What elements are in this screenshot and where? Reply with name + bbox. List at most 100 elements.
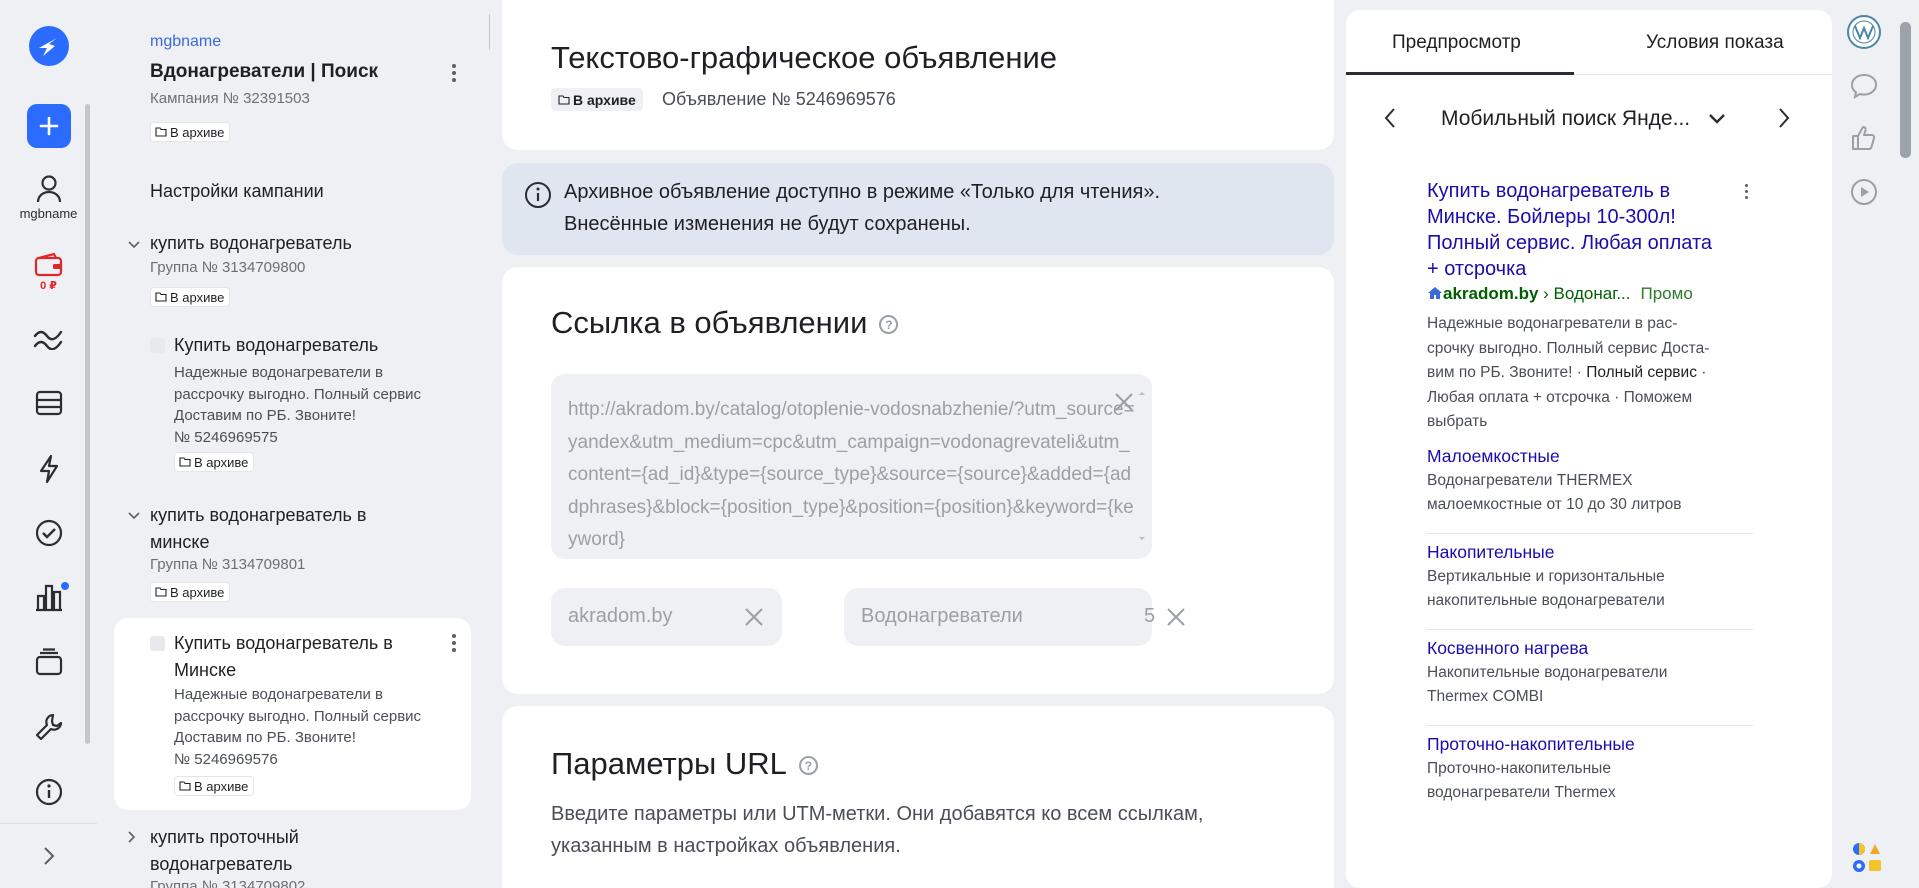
thumbs-up-icon[interactable] <box>1850 124 1878 152</box>
check-circle-icon <box>35 519 62 547</box>
campaign-tree: mgbname Вдонагреватели | Поиск Кампания … <box>100 0 490 888</box>
notice-line-1: Архивное объявление доступно в режиме «Т… <box>564 181 1161 203</box>
folder-icon <box>155 127 167 137</box>
folder-icon <box>155 587 167 597</box>
campaign-archived-badge: В архиве <box>150 122 231 142</box>
page-scrollbar[interactable] <box>1900 22 1911 158</box>
campaign-number: Кампания № 32391503 <box>150 90 310 107</box>
chevron-left-icon[interactable] <box>1382 106 1398 130</box>
logo[interactable] <box>0 24 97 68</box>
readonly-notice: Архивное объявление доступно в режиме «Т… <box>502 163 1334 255</box>
ad-archived-badge: В архиве <box>174 452 255 472</box>
ad-title[interactable]: Купить водонагреватель <box>174 335 378 356</box>
preview-ad-menu[interactable] <box>1736 184 1756 199</box>
preview-tabs: Предпросмотр Условия показа <box>1346 10 1832 75</box>
group-expand-toggle[interactable] <box>127 830 137 849</box>
clear-icon[interactable] <box>1165 606 1187 628</box>
group-title[interactable]: купить проточный водонагреватель <box>150 824 299 878</box>
ad-text: Надежные водонагреватели в рассрочку выг… <box>174 362 421 448</box>
clear-icon[interactable] <box>743 606 765 628</box>
expand-sidebar-button[interactable] <box>0 846 97 866</box>
ad-menu-button[interactable] <box>444 634 464 652</box>
kebab-icon <box>1736 184 1756 199</box>
chevron-down-icon <box>1709 114 1725 125</box>
placement-select[interactable]: Мобильный поиск Янде... <box>1441 107 1726 131</box>
play-icon[interactable] <box>1850 178 1878 206</box>
trend-icon <box>33 330 62 350</box>
char-counter: 5 <box>1144 605 1156 627</box>
direct-logo-icon <box>28 26 69 66</box>
avatar[interactable] <box>1846 14 1882 50</box>
campaign-settings-link[interactable]: Настройки кампании <box>150 181 324 202</box>
left-rail: mgbname 0 ₽ <box>0 0 97 888</box>
kebab-icon <box>444 64 464 82</box>
info-icon <box>35 778 62 806</box>
folder-icon <box>179 457 191 467</box>
ad-header-panel: Текстово-графическое объявление В архиве… <box>502 0 1334 150</box>
sitelink[interactable]: Малоемкостные Водонагреватели THERMEX мал… <box>1427 446 1753 534</box>
home-icon <box>1428 287 1442 299</box>
info-icon <box>525 182 551 208</box>
group-collapse-toggle[interactable] <box>127 508 141 526</box>
group-collapse-toggle[interactable] <box>127 237 141 255</box>
folder-icon <box>179 781 191 791</box>
campaign-title[interactable]: Вдонагреватели | Поиск <box>150 61 378 83</box>
group-title[interactable]: купить водонагреватель в минске <box>150 502 366 556</box>
user-icon <box>36 175 61 203</box>
domain-value: akradom.by <box>568 605 673 627</box>
preview-ad-text: Надежные водонагреватели в рас- срочку в… <box>1427 315 1710 430</box>
user-label: mgbname <box>19 206 78 221</box>
chevron-right-icon[interactable] <box>1776 106 1792 130</box>
tab-preview[interactable]: Предпросмотр <box>1392 32 1521 54</box>
wrench-icon <box>35 713 62 741</box>
ad-title[interactable]: Купить водонагреватель в Минске <box>174 630 393 684</box>
display-path-field[interactable]: Водонагреватели 5 <box>844 588 1185 646</box>
link-section: Ссылка в объявлении? http://akradom.by/c… <box>502 267 1334 694</box>
rail-divider <box>0 823 97 824</box>
widget-icon <box>1853 843 1881 872</box>
sitelink[interactable]: Проточно-накопительные Проточно-накопите… <box>1427 734 1753 822</box>
lightning-icon <box>39 454 58 484</box>
url-params-section: Параметры URL? Введите параметры или UTM… <box>502 706 1334 888</box>
group-archived-badge: В архиве <box>150 287 231 307</box>
rail-scrollbar[interactable] <box>82 96 92 812</box>
scroll-up-icon[interactable] <box>1138 390 1146 396</box>
ad-select-checkbox[interactable] <box>150 338 165 353</box>
display-path-value: Водонагреватели <box>861 605 1023 627</box>
sitelink[interactable]: Косвенного нагрева Накопительные водонаг… <box>1427 638 1753 726</box>
group-number: Группа № 3134709800 <box>150 259 306 276</box>
campaign-account-link[interactable]: mgbname <box>150 33 221 51</box>
domain-field[interactable]: akradom.by <box>551 588 782 646</box>
ad-text: Надежные водонагреватели в рассрочку выг… <box>174 684 421 770</box>
help-icon[interactable]: ? <box>879 315 899 335</box>
section-description: Введите параметры или UTM-метки. Они доб… <box>551 803 1204 857</box>
ad-number: № 5246969576 <box>174 750 278 768</box>
active-tab-indicator <box>1346 72 1574 75</box>
ad-editor: Текстово-графическое объявление В архиве… <box>502 0 1334 888</box>
notification-dot <box>61 582 69 590</box>
tab-conditions[interactable]: Условия показа <box>1646 32 1784 54</box>
extension-widgets[interactable] <box>1850 840 1884 874</box>
sitelink[interactable]: Накопительные Вертикальные и горизонталь… <box>1427 542 1753 630</box>
preview-ad-title[interactable]: Купить водонагреватель в Минске. Бойлеры… <box>1427 178 1747 282</box>
clear-icon[interactable] <box>1113 391 1135 413</box>
campaign-menu-button[interactable] <box>444 64 464 82</box>
url-field[interactable]: http://akradom.by/catalog/otoplenie-vodo… <box>551 374 1152 559</box>
preview-ad-host[interactable]: akradom.by › Водонаг... Промо <box>1427 284 1757 304</box>
group-title[interactable]: купить водонагреватель <box>150 233 352 254</box>
tree-scrollbar[interactable] <box>489 12 490 52</box>
archived-badge: В архиве <box>551 88 643 111</box>
folder-icon <box>558 94 570 105</box>
scroll-down-icon[interactable] <box>1138 536 1146 542</box>
section-heading: Параметры URL? <box>551 746 818 782</box>
chat-icon[interactable] <box>1850 72 1878 100</box>
kebab-icon <box>444 634 464 652</box>
help-icon[interactable]: ? <box>798 756 818 776</box>
chevron-down-icon <box>128 241 140 249</box>
ad-archived-badge: В архиве <box>174 776 255 796</box>
ad-select-checkbox[interactable] <box>150 636 165 651</box>
notice-line-2: Внесённые изменения не будут сохранены. <box>564 213 971 235</box>
group-number: Группа № 3134709802 <box>150 878 306 888</box>
page-title: Текстово-графическое объявление <box>551 40 1058 75</box>
chevron-down-icon <box>128 512 140 520</box>
